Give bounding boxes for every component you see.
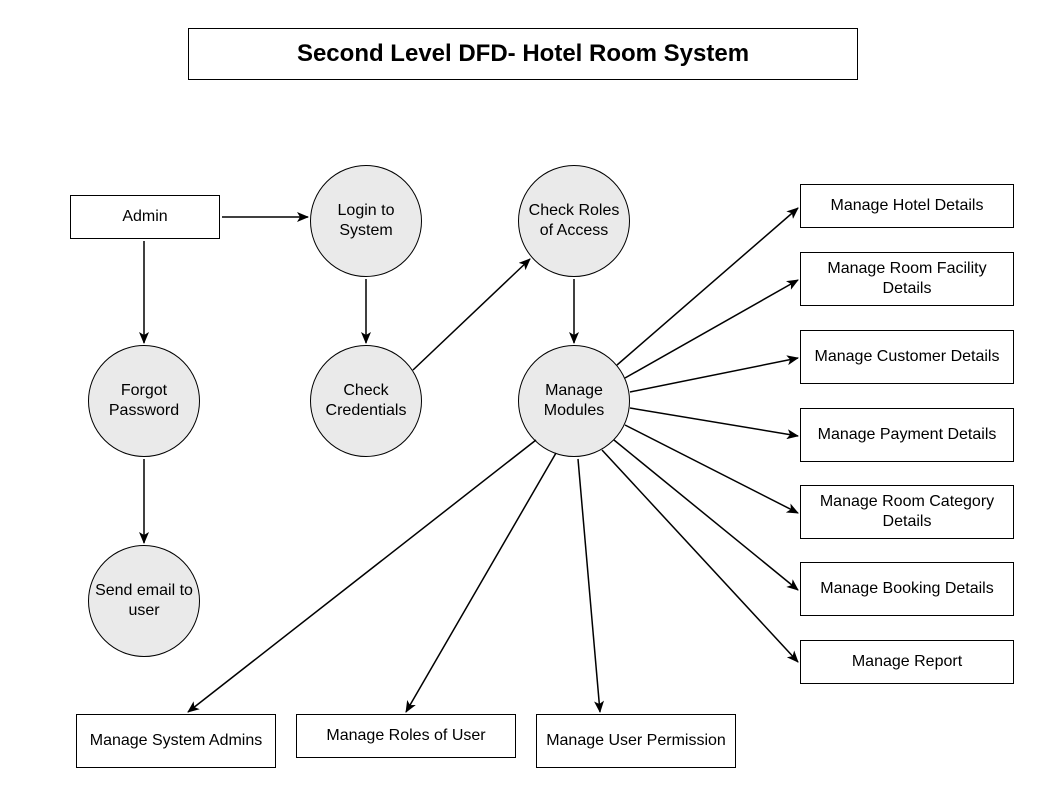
process-check-roles: Check Roles of Access	[518, 165, 630, 277]
store-customer-details: Manage Customer Details	[800, 330, 1014, 384]
store-room-category-details: Manage Room Category Details	[800, 485, 1014, 539]
store-payment-details: Manage Payment Details	[800, 408, 1014, 462]
process-login: Login to System	[310, 165, 422, 277]
diagram-title: Second Level DFD- Hotel Room System	[188, 28, 858, 80]
process-check-credentials: Check Credentials	[310, 345, 422, 457]
store-room-facility-details: Manage Room Facility Details	[800, 252, 1014, 306]
process-forgot-password: Forgot Password	[88, 345, 200, 457]
store-roles-of-user: Manage Roles of User	[296, 714, 516, 758]
entity-admin: Admin	[70, 195, 220, 239]
store-system-admins: Manage System Admins	[76, 714, 276, 768]
process-manage-modules: Manage Modules	[518, 345, 630, 457]
store-user-permission: Manage User Permission	[536, 714, 736, 768]
store-manage-report: Manage Report	[800, 640, 1014, 684]
store-hotel-details: Manage Hotel Details	[800, 184, 1014, 228]
store-booking-details: Manage Booking Details	[800, 562, 1014, 616]
process-send-email: Send email to user	[88, 545, 200, 657]
